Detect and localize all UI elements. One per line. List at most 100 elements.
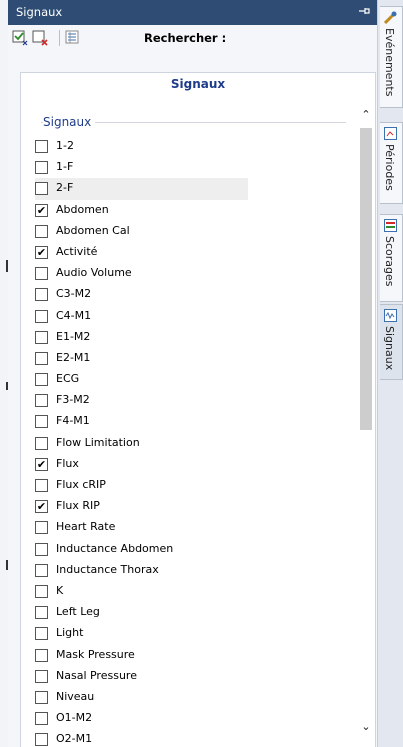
signal-row[interactable]: ✔ Flux (35, 454, 355, 475)
signal-label: O2-M1 (56, 732, 93, 746)
tab-scorages[interactable]: Scorages (380, 214, 403, 302)
pin-icon[interactable] (357, 4, 371, 18)
signal-checkbox[interactable] (35, 415, 48, 429)
panel-toolbar: Rechercher : (8, 25, 377, 51)
signals-icon (384, 309, 397, 322)
scroll-up-icon[interactable]: ⌃ (357, 108, 375, 124)
signal-row[interactable]: E1-M2 (35, 327, 355, 348)
signal-label: Light (56, 626, 84, 640)
signal-label: Left Leg (56, 605, 100, 619)
signal-checkbox[interactable] (35, 733, 48, 747)
signal-row[interactable]: Inductance Abdomen (35, 539, 355, 560)
signal-checkbox[interactable]: ✔ (35, 457, 48, 471)
vertical-scrollbar[interactable]: ⌃ ⌄ (357, 108, 375, 736)
signal-label: O1-M2 (56, 711, 93, 725)
signal-checkbox[interactable] (35, 669, 48, 683)
signal-checkbox[interactable] (35, 161, 48, 175)
signal-checkbox[interactable] (35, 690, 48, 704)
signal-row[interactable]: ✔ Flux RIP (35, 496, 355, 517)
signal-checkbox[interactable] (35, 351, 48, 365)
signal-checkbox[interactable] (35, 542, 48, 556)
signal-row[interactable]: Inductance Thorax (35, 560, 355, 581)
signal-checkbox[interactable]: ✔ (35, 245, 48, 259)
list-view-icon[interactable] (65, 30, 79, 44)
signal-checkbox[interactable] (35, 288, 48, 302)
signal-label: Abdomen (56, 202, 109, 216)
signal-row[interactable]: F3-M2 (35, 390, 355, 411)
scrollbar-thumb[interactable] (360, 128, 372, 430)
signal-checkbox[interactable] (35, 182, 48, 196)
check-all-icon[interactable] (12, 30, 28, 46)
scroll-down-icon[interactable]: ⌄ (357, 720, 375, 736)
signal-checkbox[interactable] (35, 309, 48, 323)
signal-checkbox[interactable] (35, 224, 48, 238)
periods-icon (384, 127, 397, 140)
signal-label: 1-F (56, 160, 74, 174)
signal-checkbox[interactable] (35, 267, 48, 281)
signal-checkbox[interactable] (35, 140, 48, 153)
signal-row[interactable]: 1-2 (35, 136, 355, 157)
signal-row[interactable]: E2-M1 (35, 348, 355, 369)
signal-row[interactable]: Left Leg (35, 602, 355, 623)
signal-label: Inductance Abdomen (56, 541, 174, 555)
signal-label: K (56, 583, 64, 597)
signal-label: ECG (56, 372, 80, 386)
signal-row[interactable]: O1-M2 (35, 708, 355, 729)
tab-label: Signaux (383, 326, 396, 371)
tab-evenements[interactable]: Evénements (380, 6, 403, 108)
signal-row[interactable]: Audio Volume (35, 263, 355, 284)
signal-checkbox[interactable] (35, 436, 48, 450)
signal-checkbox[interactable] (35, 648, 48, 662)
signal-label: Flux RIP (56, 499, 100, 513)
signal-row[interactable]: Nasal Pressure (35, 666, 355, 687)
signal-label: C3-M2 (56, 287, 92, 301)
signal-row[interactable]: 1-F (35, 157, 355, 178)
side-tabs: Evénements Périodes Scorages Signaux (377, 0, 403, 747)
tab-signaux[interactable]: Signaux (380, 304, 403, 380)
signals-list-area: Signaux 1-2 1-F 2-F ✔ Abdomen Abdomen Cal ✔ Act… (20, 96, 376, 747)
signal-row[interactable]: Mask Pressure (35, 645, 355, 666)
signal-row[interactable]: F4-M1 (35, 411, 355, 432)
tab-periodes[interactable]: Périodes (380, 122, 403, 204)
signal-checkbox[interactable] (35, 563, 48, 577)
signal-checkbox[interactable] (35, 394, 48, 408)
search-input[interactable] (226, 28, 375, 48)
signal-row[interactable]: Abdomen Cal (35, 221, 355, 242)
signal-row[interactable]: Light (35, 623, 355, 644)
signal-label: F3-M2 (56, 393, 90, 407)
signal-checkbox[interactable]: ✔ (35, 203, 48, 217)
signal-label: Flux (56, 456, 79, 470)
signal-label: C4-M1 (56, 308, 92, 322)
search-label: Rechercher : (144, 31, 227, 45)
signal-label: Abdomen Cal (56, 223, 130, 237)
signal-row[interactable]: ✔ Abdomen (35, 200, 355, 221)
signal-label: Activité (56, 244, 98, 258)
signal-label: E1-M2 (56, 329, 91, 343)
signal-row[interactable]: 2-F (35, 178, 248, 200)
signal-row[interactable]: C4-M1 (35, 306, 355, 327)
signal-row[interactable]: Flow Limitation (35, 433, 355, 454)
signal-checkbox[interactable] (35, 330, 48, 344)
signal-checkbox[interactable] (35, 521, 48, 535)
signal-row[interactable]: ECG (35, 369, 355, 390)
signal-row[interactable]: ✔ Activité (35, 242, 355, 263)
signal-row[interactable]: Flux cRIP (35, 475, 355, 496)
signal-checkbox[interactable] (35, 627, 48, 641)
tab-label: Périodes (383, 144, 396, 191)
signal-row[interactable]: Heart Rate (35, 517, 355, 538)
signal-checkbox[interactable] (35, 712, 48, 726)
signal-checkbox[interactable] (35, 584, 48, 598)
signal-row[interactable]: K (35, 581, 355, 602)
signal-label: Nasal Pressure (56, 668, 137, 682)
signal-checkbox[interactable] (35, 373, 48, 387)
signal-label: 2-F (56, 181, 74, 195)
signal-checkbox[interactable] (35, 606, 48, 620)
uncheck-all-icon[interactable] (32, 30, 48, 46)
signal-checkbox[interactable] (35, 479, 48, 492)
signal-label: Niveau (56, 689, 95, 703)
signal-row[interactable]: Niveau (35, 687, 355, 708)
signal-row[interactable]: C3-M2 (35, 284, 355, 305)
panel-titlebar: Signaux (8, 0, 377, 25)
signal-row[interactable]: O2-M1 (35, 729, 355, 747)
signal-checkbox[interactable]: ✔ (35, 500, 48, 514)
